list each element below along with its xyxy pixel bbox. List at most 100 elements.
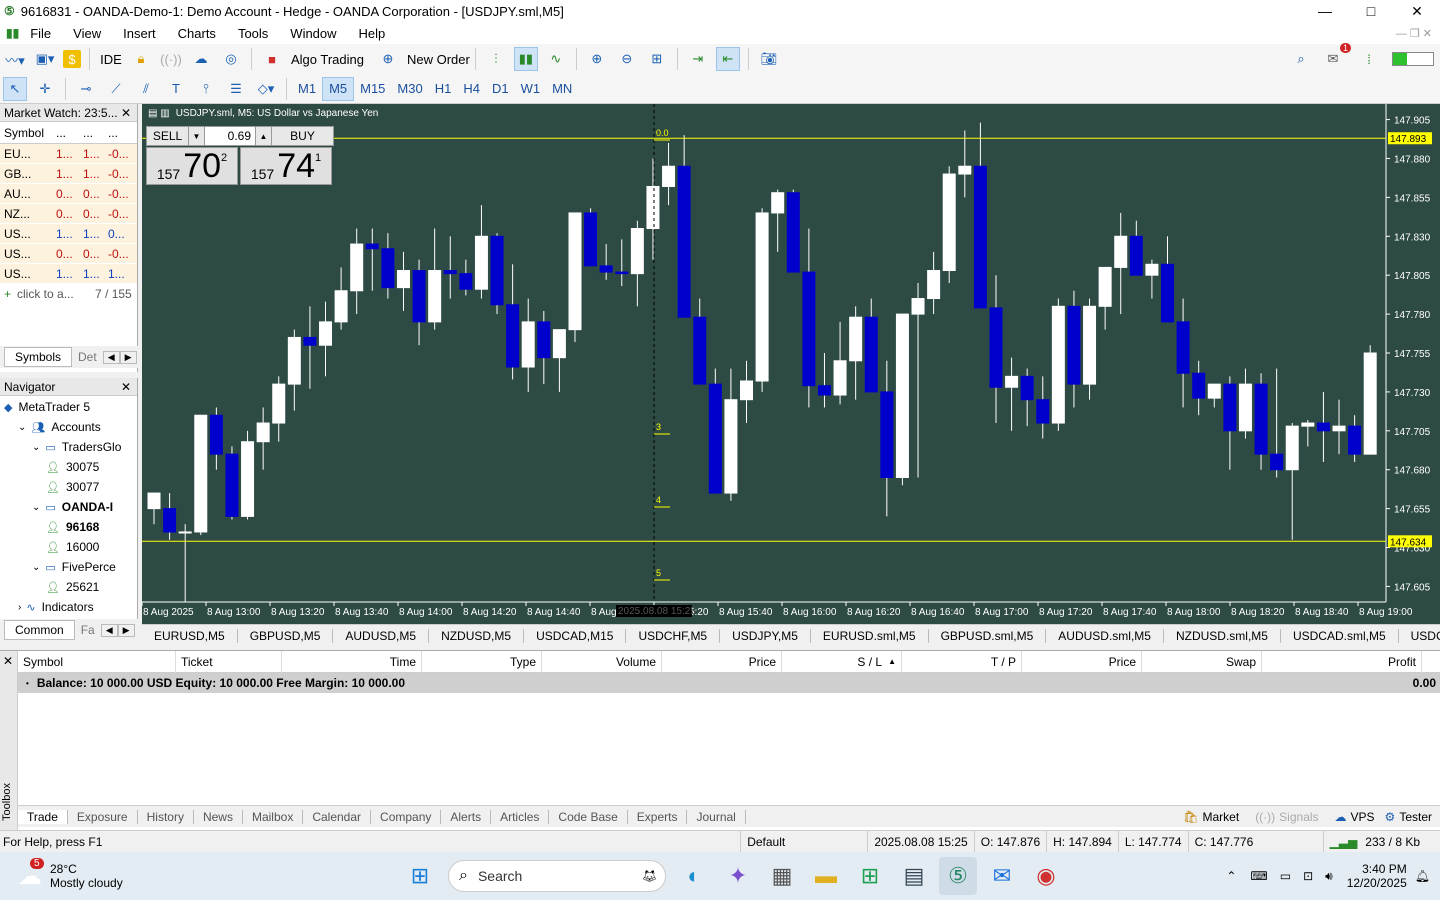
volume-input[interactable]: 0.69 xyxy=(205,127,255,145)
toolbox-tab[interactable]: Calendar xyxy=(303,809,372,824)
menu-file[interactable]: File xyxy=(30,26,51,41)
timeframe-m5[interactable]: M5 xyxy=(322,76,355,101)
app-icon[interactable]: ▤ xyxy=(895,857,933,895)
menu-help[interactable]: Help xyxy=(359,26,386,41)
toolbox-tab[interactable]: Mailbox xyxy=(243,809,304,824)
market-lock-icon[interactable]: 🔒︎ xyxy=(129,47,153,71)
tray-chevron-icon[interactable]: ⌃ xyxy=(1226,869,1236,883)
chat-app-icon[interactable]: ✉ xyxy=(983,857,1021,895)
market-watch-row[interactable]: AU... 0... 0... -0... xyxy=(0,184,137,204)
market-watch-row[interactable]: EU... 1... 1... -0... xyxy=(0,144,137,164)
menu-tools[interactable]: Tools xyxy=(238,26,268,41)
column-header[interactable]: Price xyxy=(662,650,782,673)
column-ask[interactable]: ... xyxy=(75,126,102,140)
copilot-icon[interactable]: ✦ xyxy=(719,857,757,895)
sell-price-box[interactable]: 157 70 2 xyxy=(146,147,238,185)
edge-icon[interactable]: ◐ xyxy=(675,857,713,895)
timeframe-m15[interactable]: M15 xyxy=(354,77,391,101)
timeframe-m1[interactable]: M1 xyxy=(292,77,322,101)
close-icon[interactable]: ✕ xyxy=(121,380,131,394)
cloud-icon[interactable]: ☁︎ xyxy=(189,47,213,71)
chart-tab[interactable]: GBPUSD.sml,M5 xyxy=(929,628,1047,643)
chart-tab[interactable]: USDCAD,M15 xyxy=(524,628,627,643)
cursor-icon[interactable]: ↖ xyxy=(3,76,27,101)
column-header[interactable]: S / L ▲ xyxy=(782,650,902,673)
ide-button[interactable]: IDE xyxy=(99,47,123,71)
chart-tab[interactable]: USDCAD.sml,M5 xyxy=(1281,628,1399,643)
new-order-icon[interactable]: ⊕ xyxy=(376,47,400,71)
column-header[interactable]: Profit xyxy=(1262,650,1422,673)
signal-icon[interactable]: ((·)) xyxy=(159,47,183,71)
taskbar-clock[interactable]: 3:40 PM 12/20/2025 xyxy=(1347,862,1407,890)
dollar-icon[interactable]: $ xyxy=(63,50,81,68)
column-symbol[interactable]: Symbol xyxy=(0,126,48,140)
timeframe-w1[interactable]: W1 xyxy=(515,77,547,101)
menu-view[interactable]: View xyxy=(73,26,101,41)
column-header[interactable]: Price xyxy=(1022,650,1142,673)
close-icon[interactable]: ✕ xyxy=(121,106,131,120)
toolbox-tab[interactable]: Exposure xyxy=(68,809,138,824)
navigator-item[interactable]: 👤︎ 30077 xyxy=(0,477,137,497)
tester-link[interactable]: Tester xyxy=(1399,810,1432,824)
bar-chart-icon[interactable]: ⫶ xyxy=(484,47,508,71)
chart-tab[interactable]: GBPUSD,M5 xyxy=(238,628,334,643)
chart-tab[interactable]: USDJPY,M5 xyxy=(720,628,811,643)
algo-trading-button[interactable]: Algo Trading xyxy=(291,52,364,67)
navigator-item[interactable]: 👤︎ 96168 xyxy=(0,517,137,537)
column-header[interactable]: Type xyxy=(422,650,542,673)
menu-window[interactable]: Window xyxy=(290,26,336,41)
column-header[interactable]: Ticket xyxy=(176,650,282,673)
toolbox-tab[interactable]: Company xyxy=(371,809,442,824)
sell-button[interactable]: SELL xyxy=(147,127,189,145)
add-symbol-text[interactable]: click to a... xyxy=(11,287,95,301)
toolbox-tab[interactable]: History xyxy=(138,809,194,824)
navigator-item[interactable]: ⌄ ▭ TradersGlo xyxy=(0,437,137,457)
minimize-button[interactable]: — xyxy=(1302,0,1348,22)
navigator-item[interactable]: ◆ MetaTrader 5 xyxy=(0,397,137,417)
network-icon[interactable]: ⊡ xyxy=(1303,869,1313,883)
chart-tab[interactable]: USDCHF,M5 xyxy=(626,628,721,643)
navigator-item[interactable]: ⌄ ▭ FivePerce xyxy=(0,557,137,577)
mdi-window-controls[interactable]: — ❐ ✕ xyxy=(1396,27,1432,40)
column-bid[interactable]: ... xyxy=(48,126,75,140)
text-icon[interactable]: T xyxy=(164,77,188,101)
navigator-item[interactable]: ⌄ ▭ OANDA-I xyxy=(0,497,137,517)
fibonacci-icon[interactable]: ☰ xyxy=(224,77,248,101)
chart-window[interactable]: 147.905 147.880 147.855 147.830 147.805 147.7… xyxy=(142,104,1440,624)
volume-icon[interactable]: 🔊︎ xyxy=(1325,869,1333,884)
chart-menu-icon[interactable]: ▤ ▥ xyxy=(148,108,170,119)
new-chart-icon[interactable]: 〰▾ xyxy=(3,47,27,71)
chevron-down-icon[interactable]: › xyxy=(18,602,21,613)
chevron-down-icon[interactable]: ⌄ xyxy=(32,562,40,573)
vps-link[interactable]: VPS xyxy=(1351,810,1375,824)
trendline-icon[interactable]: ⟋ xyxy=(104,77,128,101)
navigator-item[interactable]: ⌄ 👥︎ Accounts xyxy=(0,417,137,437)
menu-insert[interactable]: Insert xyxy=(123,26,156,41)
candlestick-icon[interactable]: ▮▮ xyxy=(513,47,538,71)
column-header[interactable]: Symbol xyxy=(18,650,176,673)
sheets-icon[interactable]: ⊞ xyxy=(851,857,889,895)
market-watch-row[interactable]: NZ... 0... 0... -0... xyxy=(0,204,137,224)
market-watch-row[interactable]: US... 0... 0... -0... xyxy=(0,244,137,264)
navigator-item[interactable]: 👤︎ 25621 xyxy=(0,577,137,597)
chart-tab[interactable]: AUDUSD.sml,M5 xyxy=(1046,628,1164,643)
tab-favorites[interactable]: Fa xyxy=(75,621,101,639)
notifications-icon[interactable]: ✉ 1 xyxy=(1321,43,1351,71)
scroll-right-icon[interactable]: ▶ xyxy=(117,623,135,637)
column-header[interactable]: Volume xyxy=(542,650,662,673)
chevron-down-icon[interactable]: ⌄ xyxy=(18,422,26,433)
navigator-item[interactable]: 👤︎ 30075 xyxy=(0,457,137,477)
crosshair-icon[interactable]: ✛ xyxy=(33,77,57,101)
scroll-icon[interactable]: ⇥ xyxy=(686,47,710,71)
timeframe-d1[interactable]: D1 xyxy=(486,77,515,101)
calculator-icon[interactable]: ▦ xyxy=(763,857,801,895)
chart-tab[interactable]: NZDUSD.sml,M5 xyxy=(1164,628,1281,643)
buy-price-box[interactable]: 157 74 1 xyxy=(240,147,332,185)
search-icon[interactable]: ⌕ xyxy=(1289,47,1313,71)
toolbox-tab[interactable]: Alerts xyxy=(441,809,492,824)
scroll-right-icon[interactable]: ▶ xyxy=(119,350,137,364)
scroll-left-icon[interactable]: ◀ xyxy=(102,350,120,364)
timeframe-h1[interactable]: H1 xyxy=(429,77,458,101)
globe-icon[interactable]: ◎ xyxy=(219,47,243,71)
timeframe-m30[interactable]: M30 xyxy=(391,77,428,101)
